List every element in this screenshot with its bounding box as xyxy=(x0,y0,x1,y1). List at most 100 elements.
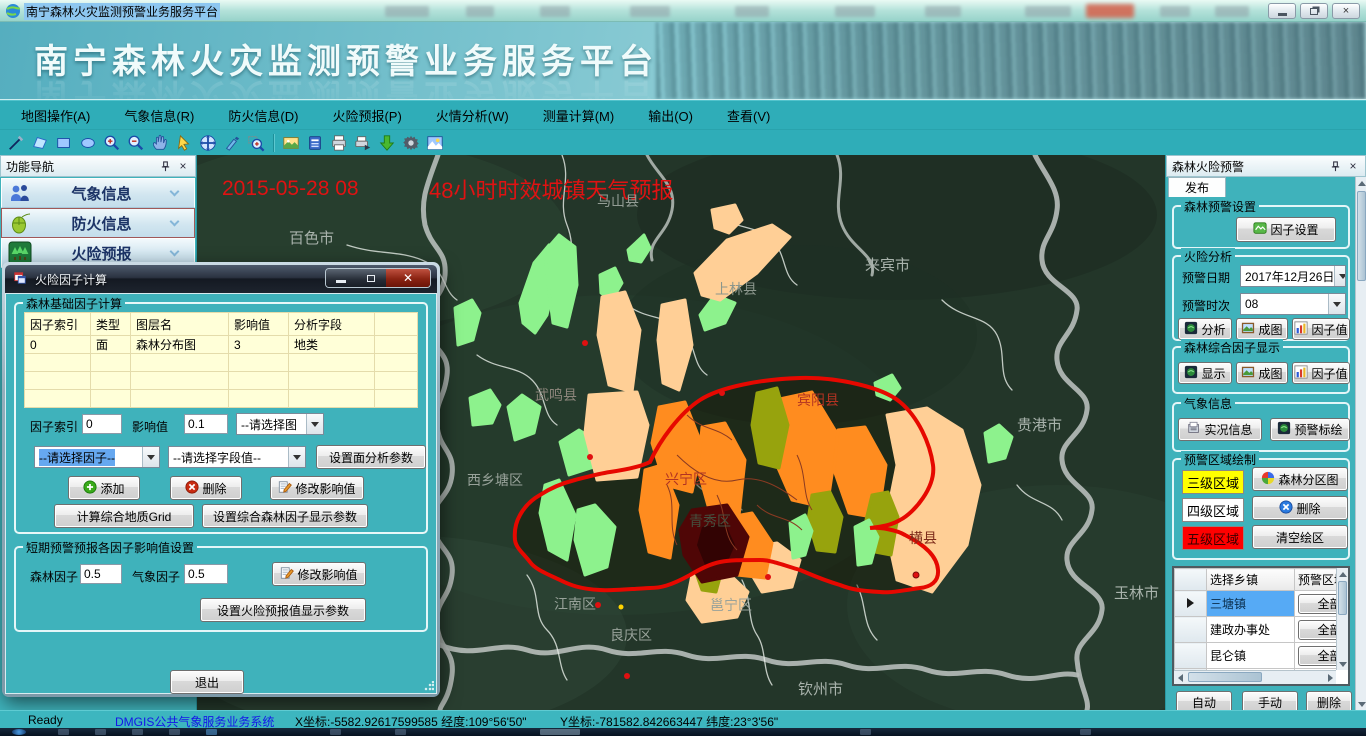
calc-grid-button[interactable]: 计算综合地质Grid xyxy=(54,504,194,528)
factor-settings-button[interactable]: 因子设置 xyxy=(1236,217,1336,242)
clear-drawing-button[interactable]: 清空绘区 xyxy=(1252,525,1348,549)
menu-item-5[interactable]: 火情分析(W) xyxy=(419,101,526,129)
make-map-button[interactable]: 成图 xyxy=(1236,318,1288,340)
factor-table[interactable]: 因子索引类型图层名影响值分析字段0面森林分布图3地类 xyxy=(24,312,418,408)
full-extent-icon[interactable] xyxy=(197,132,219,154)
zoom-out-icon[interactable] xyxy=(125,132,147,154)
modify-impact-button[interactable]: 修改影响值 xyxy=(270,476,364,500)
column-header-area[interactable]: 预警区域 xyxy=(1295,569,1337,591)
os-taskbar[interactable] xyxy=(0,728,1366,736)
image-browser-icon[interactable] xyxy=(424,132,446,154)
set-area-params-button[interactable]: 设置面分析参数 xyxy=(316,445,426,469)
menu-item-2[interactable]: 气象信息(R) xyxy=(107,101,211,129)
delete-area-button[interactable]: 删除 xyxy=(1252,496,1348,520)
column-header-town[interactable]: 选择乡镇 xyxy=(1207,569,1295,591)
menu-item-6[interactable]: 测量计算(M) xyxy=(526,101,632,129)
close-icon[interactable]: × xyxy=(176,159,190,173)
menu-item-4[interactable]: 火险预报(P) xyxy=(315,101,418,129)
town-cell[interactable]: 三塘镇 xyxy=(1207,591,1295,617)
area-all-button[interactable]: 全部 xyxy=(1298,620,1336,640)
column-header[interactable]: 影响值 xyxy=(229,313,289,336)
town-row[interactable]: 三塘镇全部 xyxy=(1175,591,1337,617)
town-row[interactable]: 昆仑镇全部 xyxy=(1175,643,1337,669)
settings-gear-icon[interactable] xyxy=(400,132,422,154)
panel-vertical-scrollbar[interactable] xyxy=(1355,177,1366,710)
tab-publish[interactable]: 发布 xyxy=(1168,177,1226,197)
live-info-button[interactable]: 实况信息 xyxy=(1178,418,1262,441)
level3-area-button[interactable]: 三级区域 xyxy=(1182,470,1244,494)
save-down-icon[interactable] xyxy=(376,132,398,154)
warning-date-combo[interactable]: 2017年12月26日 xyxy=(1240,265,1346,287)
export-image-icon[interactable] xyxy=(280,132,302,154)
print-output-icon[interactable] xyxy=(352,132,374,154)
modify-impact-button[interactable]: 修改影响值 xyxy=(272,562,366,586)
draw-polygon-icon[interactable] xyxy=(29,132,51,154)
draw-rectangle-icon[interactable] xyxy=(53,132,75,154)
table-row[interactable]: 0面森林分布图3地类 xyxy=(25,336,418,354)
add-button[interactable]: 添加 xyxy=(68,476,140,500)
pin-icon[interactable] xyxy=(158,159,172,173)
set-fire-display-button[interactable]: 设置火险预报值显示参数 xyxy=(200,598,366,622)
dialog-minimize-button[interactable] xyxy=(326,269,356,287)
impact-value-input[interactable] xyxy=(184,414,228,434)
analyze-button[interactable]: 分析 xyxy=(1178,318,1232,340)
column-header[interactable]: 类型 xyxy=(91,313,131,336)
show-button[interactable]: 显示 xyxy=(1178,362,1232,384)
area-all-button[interactable]: 全部 xyxy=(1298,646,1336,666)
print-icon[interactable] xyxy=(328,132,350,154)
row-selector[interactable] xyxy=(1175,617,1207,643)
column-header[interactable]: 分析字段 xyxy=(289,313,375,336)
sidebar-item-2[interactable]: 防火信息 xyxy=(1,208,195,238)
exit-button[interactable]: 退出 xyxy=(170,670,244,694)
menu-item-8[interactable]: 查看(V) xyxy=(710,101,787,129)
factor-value-button[interactable]: 因子值 xyxy=(1292,362,1350,384)
sidebar-item-1[interactable]: 气象信息 xyxy=(1,178,195,208)
factor-value-button[interactable]: 因子值 xyxy=(1292,318,1350,340)
draw-line-icon[interactable] xyxy=(5,132,27,154)
menu-item-1[interactable]: 地图操作(A) xyxy=(4,101,107,129)
forest-partition-map-button[interactable]: 森林分区图 xyxy=(1252,467,1348,491)
dialog-titlebar[interactable]: 火险因子计算 ✕ xyxy=(5,265,437,293)
close-button[interactable]: × xyxy=(1332,3,1360,19)
area-all-button[interactable]: 全部 xyxy=(1298,594,1336,614)
town-cell[interactable]: 昆仑镇 xyxy=(1207,643,1295,669)
make-map-button[interactable]: 成图 xyxy=(1236,362,1288,384)
identify-icon[interactable] xyxy=(221,132,243,154)
column-header[interactable]: 图层名 xyxy=(131,313,229,336)
warning-plot-button[interactable]: 预警标绘 xyxy=(1270,418,1350,441)
resize-grip[interactable] xyxy=(424,681,434,691)
weather-factor-input[interactable] xyxy=(184,564,228,584)
layer-select-combo[interactable]: --请选择图 xyxy=(236,413,324,435)
forest-factor-input[interactable] xyxy=(80,564,122,584)
level4-area-button[interactable]: 四级区域 xyxy=(1182,498,1244,522)
row-selector[interactable] xyxy=(1175,643,1207,669)
zoom-in-icon[interactable] xyxy=(101,132,123,154)
town-cell[interactable]: 建政办事处 xyxy=(1207,617,1295,643)
dialog-restore-button[interactable] xyxy=(356,269,386,287)
draw-ellipse-icon[interactable] xyxy=(77,132,99,154)
field-select-combo[interactable]: --请选择字段值-- xyxy=(168,446,306,468)
pan-icon[interactable] xyxy=(149,132,171,154)
pin-icon[interactable] xyxy=(1328,159,1342,173)
minimize-button[interactable] xyxy=(1268,3,1296,19)
column-header[interactable]: 因子索引 xyxy=(25,313,91,336)
zoom-selection-icon[interactable] xyxy=(245,132,267,154)
dialog-close-button[interactable]: ✕ xyxy=(386,269,430,287)
table-vertical-scrollbar[interactable] xyxy=(1336,568,1348,670)
factor-select-combo[interactable]: --请选择因子-- xyxy=(34,446,160,468)
start-orb[interactable] xyxy=(12,729,26,735)
legend-book-icon[interactable] xyxy=(304,132,326,154)
warning-time-combo[interactable]: 08 xyxy=(1240,293,1346,315)
restore-button[interactable] xyxy=(1300,3,1328,19)
factor-index-input[interactable] xyxy=(82,414,122,434)
level5-area-button[interactable]: 五级区域 xyxy=(1182,526,1244,550)
delete-button[interactable]: 删除 xyxy=(170,476,242,500)
close-icon[interactable]: × xyxy=(1346,159,1360,173)
select-arrow-icon[interactable] xyxy=(173,132,195,154)
town-row[interactable]: 建政办事处全部 xyxy=(1175,617,1337,643)
menu-item-7[interactable]: 输出(O) xyxy=(631,101,710,129)
menu-item-3[interactable]: 防火信息(D) xyxy=(211,101,315,129)
table-horizontal-scrollbar[interactable] xyxy=(1174,670,1336,684)
row-selector[interactable] xyxy=(1175,591,1207,617)
set-comprehensive-display-button[interactable]: 设置综合森林因子显示参数 xyxy=(202,504,368,528)
